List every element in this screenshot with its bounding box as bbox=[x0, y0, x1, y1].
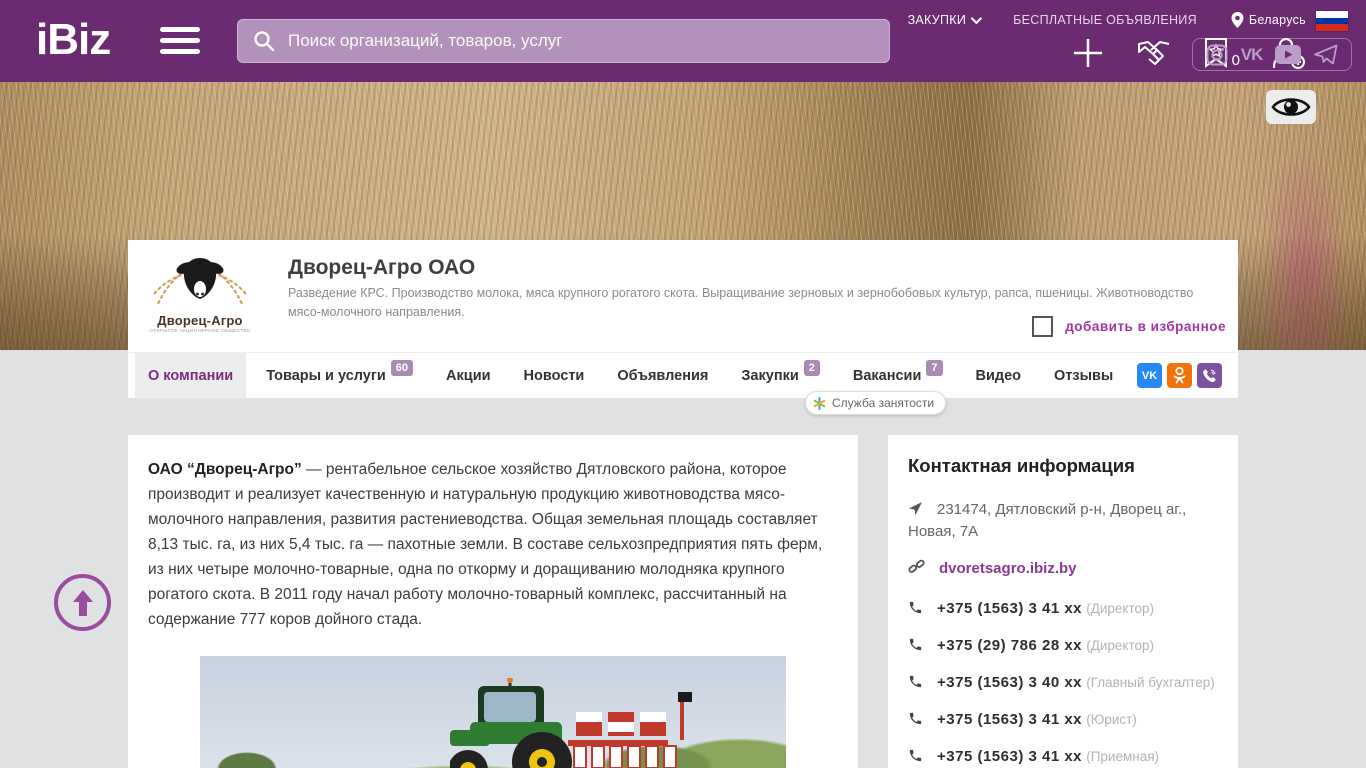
address-row: 231474, Дятловский р-н, Дворец аг., Нова… bbox=[908, 499, 1218, 543]
ibiz-logo[interactable]: iBiz bbox=[36, 14, 111, 66]
phone-row: +375 (29) 786 28 xx (Директор) bbox=[908, 635, 1218, 657]
phone-number[interactable]: +375 (1563) 3 41 xx bbox=[937, 600, 1082, 617]
location-pin-icon bbox=[1231, 12, 1244, 28]
company-logo: Дворец-Агро ОТКРЫТОЕ АКЦИОНЕРНОЕ ОБЩЕСТВ… bbox=[148, 254, 252, 358]
scroll-to-top-button[interactable] bbox=[54, 574, 111, 631]
tab-reviews[interactable]: Отзывы bbox=[1041, 353, 1126, 398]
about-lead: ОАО “Дворец-Агро” bbox=[148, 461, 302, 478]
phone-number[interactable]: +375 (1563) 3 41 xx bbox=[937, 748, 1082, 765]
phone-row: +375 (1563) 3 40 xx (Главный бухгалтер) bbox=[908, 672, 1218, 694]
eye-icon bbox=[1271, 98, 1311, 116]
nav-arrow-icon bbox=[909, 502, 922, 515]
instagram-icon[interactable] bbox=[1206, 44, 1228, 66]
company-social-links: VK bbox=[1137, 353, 1238, 398]
tractor-photo bbox=[200, 656, 786, 768]
telegram-icon[interactable] bbox=[1314, 44, 1338, 65]
favorite-label: добавить в избранное bbox=[1065, 319, 1226, 334]
handshake-icon[interactable] bbox=[1135, 38, 1173, 68]
tab-ads[interactable]: Объявления bbox=[604, 353, 721, 398]
phone-icon bbox=[909, 601, 922, 614]
phone-row: +375 (1563) 3 41 xx (Приемная) bbox=[908, 746, 1218, 768]
top-header: iBiz ЗАКУПКИ БЕСПЛАТНЫЕ ОБЪЯВЛЕНИЯ Белар… bbox=[0, 0, 1366, 82]
youtube-icon[interactable] bbox=[1275, 45, 1302, 64]
phone-icon bbox=[909, 749, 922, 762]
viber-icon[interactable] bbox=[1197, 363, 1222, 388]
phone-number[interactable]: +375 (1563) 3 41 xx bbox=[937, 711, 1082, 728]
chevron-down-icon bbox=[970, 12, 983, 25]
purchases-count-badge: 2 bbox=[803, 359, 820, 376]
phone-number[interactable]: +375 (1563) 3 40 xx bbox=[937, 674, 1082, 691]
asterisk-service-icon bbox=[813, 396, 826, 410]
address-text: 231474, Дятловский р-н, Дворец аг., Нова… bbox=[908, 501, 1187, 540]
website-link[interactable]: dvoretsagro.ibiz.by bbox=[939, 560, 1077, 577]
phone-icon bbox=[909, 638, 922, 651]
nav-country[interactable]: Беларусь bbox=[1231, 12, 1306, 28]
accessibility-eye-button[interactable] bbox=[1266, 90, 1316, 124]
russia-flag-language[interactable] bbox=[1316, 11, 1348, 31]
favorite-checkbox[interactable] bbox=[1032, 316, 1054, 337]
phone-number[interactable]: +375 (29) 786 28 xx bbox=[937, 637, 1082, 654]
website-row: dvoretsagro.ibiz.by bbox=[908, 558, 1218, 580]
company-logo-title: Дворец-Агро bbox=[157, 313, 243, 328]
contact-sidebar: Контактная информация 231474, Дятловский… bbox=[888, 435, 1238, 768]
tab-promotions[interactable]: Акции bbox=[433, 353, 503, 398]
add-to-favorites[interactable]: добавить в избранное bbox=[1032, 316, 1226, 337]
arrow-up-icon bbox=[72, 589, 93, 616]
employment-service-tooltip: Служба занятости bbox=[805, 391, 947, 415]
tab-products[interactable]: Товары и услуги 60 bbox=[253, 353, 426, 398]
phone-row: +375 (1563) 3 41 xx (Директор) bbox=[908, 598, 1218, 620]
products-count-badge: 60 bbox=[390, 359, 414, 376]
company-card: Дворец-Агро ОТКРЫТОЕ АКЦИОНЕРНОЕ ОБЩЕСТВ… bbox=[128, 240, 1238, 398]
about-section: ОАО “Дворец-Агро” — рентабельное сельско… bbox=[128, 435, 858, 768]
vacancies-count-badge: 7 bbox=[926, 359, 943, 376]
top-nav: ЗАКУПКИ БЕСПЛАТНЫЕ ОБЪЯВЛЕНИЯ Беларусь bbox=[908, 12, 1306, 28]
phone-icon bbox=[909, 712, 922, 725]
search-bar[interactable] bbox=[237, 19, 890, 63]
header-social-links: VK bbox=[1192, 38, 1352, 71]
hamburger-menu-icon[interactable] bbox=[160, 27, 200, 55]
cow-head bbox=[176, 258, 224, 299]
vk-icon[interactable]: VK bbox=[1241, 45, 1264, 65]
vk-icon[interactable]: VK bbox=[1137, 363, 1162, 388]
company-tabs: О компании Товары и услуги 60 Акции Новос… bbox=[128, 352, 1238, 398]
search-input[interactable] bbox=[288, 31, 875, 51]
phone-icon bbox=[909, 675, 922, 688]
phone-row: +375 (1563) 3 41 xx (Юрист) bbox=[908, 709, 1218, 731]
company-logo-subtitle: ОТКРЫТОЕ АКЦИОНЕРНОЕ ОБЩЕСТВО bbox=[149, 328, 251, 333]
nav-zakupki[interactable]: ЗАКУПКИ bbox=[908, 12, 983, 27]
nav-free-ads[interactable]: БЕСПЛАТНЫЕ ОБЪЯВЛЕНИЯ bbox=[1013, 13, 1197, 27]
tab-video[interactable]: Видео bbox=[963, 353, 1035, 398]
search-icon bbox=[254, 31, 275, 52]
add-plus-icon[interactable] bbox=[1071, 36, 1105, 70]
about-text: ОАО “Дворец-Агро” — рентабельное сельско… bbox=[148, 461, 823, 628]
tab-news[interactable]: Новости bbox=[511, 353, 598, 398]
odnoklassniki-icon[interactable] bbox=[1167, 363, 1192, 388]
link-chain-icon bbox=[908, 559, 925, 573]
company-name: Дворец-Агро ОАО bbox=[288, 256, 476, 279]
contact-title: Контактная информация bbox=[908, 455, 1135, 476]
tab-about[interactable]: О компании bbox=[135, 353, 247, 398]
